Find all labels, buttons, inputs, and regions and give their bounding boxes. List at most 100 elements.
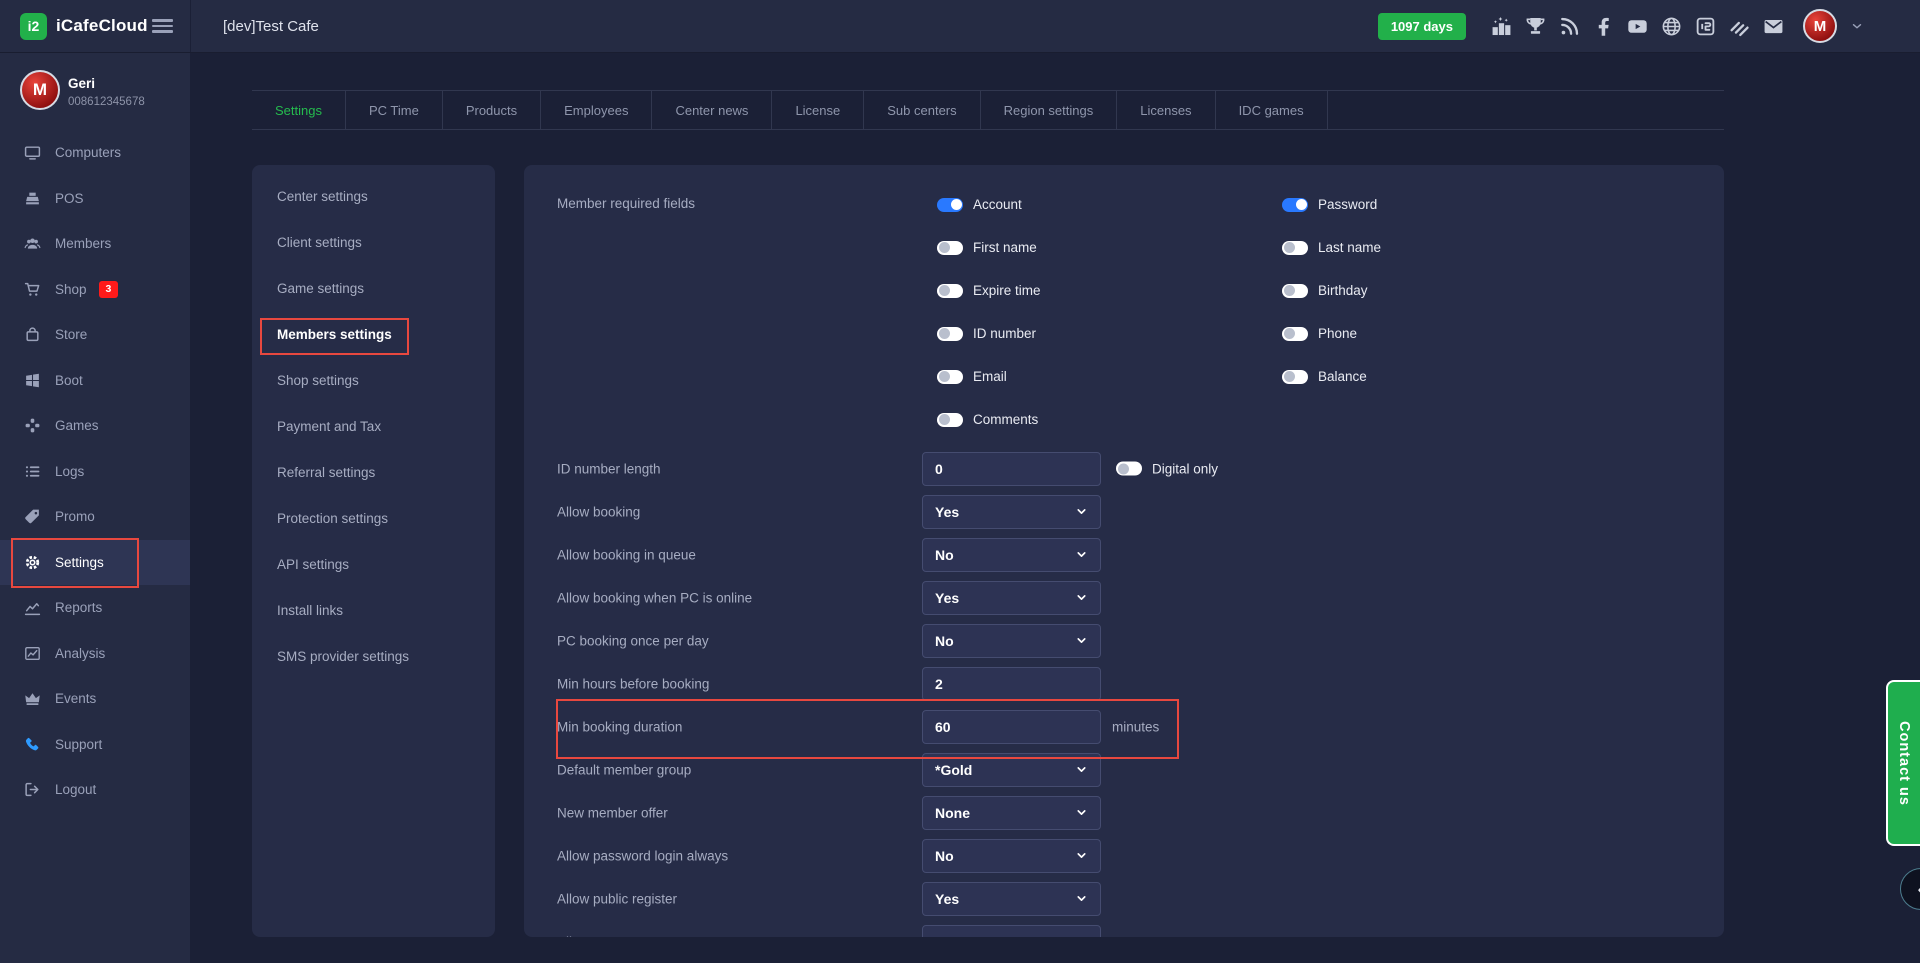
form-rows: ID number length0Digital onlyAllow booki… — [524, 447, 1724, 937]
chevron-down-icon — [1075, 892, 1088, 905]
allow-booking-in-queue-select[interactable]: No — [922, 538, 1101, 572]
sidebar-item-label: Support — [55, 737, 102, 752]
sidebar-item-support[interactable]: Support — [0, 722, 190, 768]
balance-toggle[interactable] — [1282, 370, 1308, 384]
allow-booking-when-pc-is-online-select[interactable]: Yes — [922, 581, 1101, 615]
youtube-icon[interactable] — [1627, 16, 1648, 37]
sidebar-item-settings[interactable]: Settings — [0, 540, 190, 586]
page-title: [dev]Test Cafe — [223, 0, 319, 52]
allow-booking-select[interactable]: Yes — [922, 495, 1101, 529]
sidebar-item-pos[interactable]: POS — [0, 176, 190, 222]
tab-licenses[interactable]: Licenses — [1117, 91, 1215, 129]
user-block: M Geri 008612345678 — [0, 52, 190, 130]
tab-products[interactable]: Products — [443, 91, 541, 129]
sidebar-item-boot[interactable]: Boot — [0, 358, 190, 404]
default-member-group-select[interactable]: *Gold — [922, 753, 1101, 787]
field-label: Allow public register — [557, 891, 677, 906]
field-value: 60 — [935, 719, 951, 735]
icafecloud-icon[interactable] — [1695, 16, 1716, 37]
comments-toggle[interactable] — [937, 413, 963, 427]
sidebar-menu: ComputersPOSMembersShop3StoreBootGames Lo… — [0, 130, 190, 813]
id-number-length-input[interactable]: 0 — [922, 452, 1101, 486]
settings-nav-members-settings[interactable]: Members settings — [252, 311, 495, 357]
min-hours-before-booking-input[interactable]: 2 — [922, 667, 1101, 701]
avatar[interactable]: M — [20, 70, 60, 110]
tab-settings[interactable]: Settings — [252, 91, 346, 129]
layers-icon[interactable] — [1729, 16, 1750, 37]
toggle-row-phone: Phone — [1282, 312, 1381, 355]
field-value: *Gold — [935, 762, 972, 778]
podium-icon[interactable] — [1491, 16, 1512, 37]
min-booking-duration-input[interactable]: 60 — [922, 710, 1101, 744]
tab-sub-centers[interactable]: Sub centers — [864, 91, 980, 129]
sidebar-item-promo[interactable]: Promo — [0, 494, 190, 540]
settings-nav-protection-settings[interactable]: Protection settings — [252, 495, 495, 541]
tab-center-news[interactable]: Center news — [652, 91, 772, 129]
allow-password-login-always-select[interactable]: No — [922, 839, 1101, 873]
email-toggle[interactable] — [937, 370, 963, 384]
field-value: Yes — [935, 504, 959, 520]
pc-booking-once-per-day-select[interactable]: No — [922, 624, 1101, 658]
tab-region-settings[interactable]: Region settings — [981, 91, 1118, 129]
sidebar-item-events[interactable]: Events — [0, 676, 190, 722]
id-number-toggle[interactable] — [937, 327, 963, 341]
sidebar-item-logs[interactable]: Logs — [0, 449, 190, 495]
first-name-toggle[interactable] — [937, 241, 963, 255]
license-days-badge[interactable]: 1097 days — [1378, 13, 1466, 40]
sidebar-item-games[interactable]: Games — [0, 403, 190, 449]
birthday-toggle[interactable] — [1282, 284, 1308, 298]
sidebar-item-reports[interactable]: Reports — [0, 585, 190, 631]
globe-icon[interactable] — [1661, 16, 1682, 37]
expire-time-toggle[interactable] — [937, 284, 963, 298]
hamburger-menu-icon[interactable] — [152, 19, 173, 33]
tab-license[interactable]: License — [772, 91, 864, 129]
field-label: Allow booking — [557, 504, 640, 519]
allow-public-register-select[interactable]: Yes — [922, 882, 1101, 916]
toggle-knob — [939, 414, 950, 425]
boot-icon — [24, 372, 41, 389]
settings-nav-api-settings[interactable]: API settings — [252, 541, 495, 587]
settings-nav-payment-and-tax[interactable]: Payment and Tax — [252, 403, 495, 449]
settings-nav-center-settings[interactable]: Center settings — [252, 173, 495, 219]
sidebar-item-members[interactable]: Members — [0, 221, 190, 267]
computers-icon — [24, 144, 41, 161]
field-label: Member required fields — [557, 196, 695, 211]
field-label: Min booking duration — [557, 719, 682, 734]
digital-only-toggle[interactable] — [1116, 462, 1142, 476]
trophy-icon[interactable] — [1525, 16, 1546, 37]
sidebar-item-computers[interactable]: Computers — [0, 130, 190, 176]
sidebar-item-label: Logs — [55, 464, 84, 479]
facebook-icon[interactable] — [1593, 16, 1614, 37]
settings-nav-referral-settings[interactable]: Referral settings — [252, 449, 495, 495]
toggle-label: Email — [973, 369, 1007, 384]
collapse-panel-button[interactable]: ‹ — [1900, 868, 1920, 910]
rss-icon[interactable] — [1559, 16, 1580, 37]
sidebar-item-logout[interactable]: Logout — [0, 767, 190, 813]
phone-toggle[interactable] — [1282, 327, 1308, 341]
settings-nav-sms-provider-settings[interactable]: SMS provider settings — [252, 633, 495, 679]
field-label: ID number length — [557, 461, 661, 476]
icafecloud-logo-icon: i2 — [20, 13, 47, 40]
new-member-offer-select[interactable]: None — [922, 796, 1101, 830]
mail-icon[interactable] — [1763, 16, 1784, 37]
allow-select[interactable]: Yes — [922, 925, 1101, 938]
sidebar-item-analysis[interactable]: Analysis — [0, 631, 190, 677]
password-toggle[interactable] — [1282, 198, 1308, 212]
settings-nav-shop-settings[interactable]: Shop settings — [252, 357, 495, 403]
account-toggle[interactable] — [937, 198, 963, 212]
tab-employees[interactable]: Employees — [541, 91, 652, 129]
contact-us-button[interactable]: Contact us — [1886, 680, 1920, 846]
settings-nav-install-links[interactable]: Install links — [252, 587, 495, 633]
tab-idc-games[interactable]: IDC games — [1216, 91, 1328, 129]
sidebar-item-shop[interactable]: Shop3 — [0, 267, 190, 313]
last-name-toggle[interactable] — [1282, 241, 1308, 255]
sidebar-item-store[interactable]: Store — [0, 312, 190, 358]
user-avatar[interactable]: M — [1803, 9, 1837, 43]
logs-icon — [24, 463, 41, 480]
brand-name: iCafeCloud — [56, 16, 148, 36]
chevron-down-icon[interactable] — [1850, 19, 1864, 33]
tab-pc-time[interactable]: PC Time — [346, 91, 443, 129]
settings-nav-game-settings[interactable]: Game settings — [252, 265, 495, 311]
settings-nav-client-settings[interactable]: Client settings — [252, 219, 495, 265]
toggle-knob — [1284, 371, 1295, 382]
